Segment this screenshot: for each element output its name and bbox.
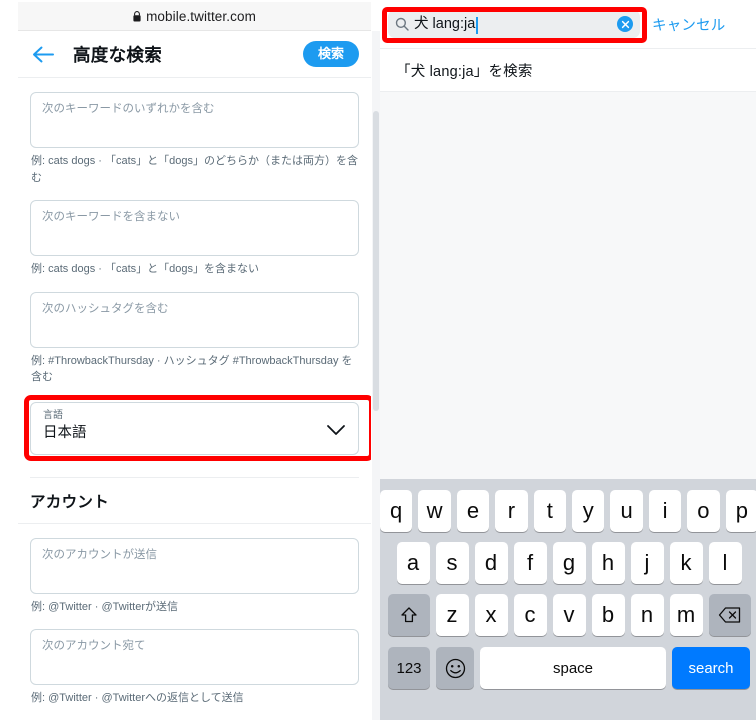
left-browser-panel: mobile.twitter.com 高度な検索 検索 次のキーワードのいずれか… (0, 0, 380, 720)
key-u[interactable]: u (610, 490, 643, 532)
to-account-input[interactable]: 次のアカウント宛て (30, 629, 359, 685)
search-input-value: 犬 lang:ja (414, 15, 476, 32)
key-numbers-123[interactable]: 123 (388, 647, 430, 689)
search-input[interactable]: 犬 lang:ja (388, 10, 640, 38)
keyboard-row-1: q w e r t y u i o p (380, 490, 756, 532)
browser-url-bar[interactable]: mobile.twitter.com (18, 2, 371, 31)
onscreen-keyboard: q w e r t y u i o p a s d f g h j k l z … (380, 479, 756, 720)
key-p[interactable]: p (725, 490, 756, 532)
search-bar-row: 犬 lang:ja キャンセル (380, 0, 756, 48)
page-title: 高度な検索 (73, 44, 162, 65)
from-account-input[interactable]: 次のアカウントが送信 (30, 537, 359, 594)
lock-icon (133, 11, 141, 22)
advanced-search-form: 次のキーワードのいずれかを含む 例: cats dogs · 「cats」と「d… (18, 78, 371, 720)
search-suggestion-text: 「犬 lang:ja」を検索 (396, 63, 533, 80)
from-account-placeholder: 次のアカウントが送信 (42, 548, 157, 561)
key-y[interactable]: y (572, 490, 605, 532)
any-keywords-placeholder: 次のキーワードのいずれかを含む (42, 103, 215, 115)
language-label: 言語 (43, 409, 63, 421)
key-k[interactable]: k (669, 542, 703, 584)
none-keywords-hint: 例: cats dogs · 「cats」と「dogs」を含まない (31, 263, 259, 275)
key-g[interactable]: g (552, 542, 586, 584)
key-search-return[interactable]: search (672, 647, 750, 689)
none-keywords-input[interactable]: 次のキーワードを含まない (30, 200, 359, 256)
key-m[interactable]: m (669, 594, 703, 636)
search-results-empty-area (380, 92, 756, 479)
key-d[interactable]: d (474, 542, 508, 584)
key-space[interactable]: space (480, 647, 666, 689)
key-z[interactable]: z (435, 594, 469, 636)
key-b[interactable]: b (591, 594, 625, 636)
cancel-button[interactable]: キャンセル (652, 14, 726, 35)
key-x[interactable]: x (474, 594, 508, 636)
key-l[interactable]: l (708, 542, 742, 584)
keyboard-row-4: 123 space search (380, 647, 756, 689)
key-j[interactable]: j (630, 542, 664, 584)
none-keywords-placeholder: 次のキーワードを含まない (42, 211, 180, 223)
hashtags-input[interactable]: 次のハッシュタグを含む (30, 291, 359, 348)
scrollbar-thumb[interactable] (373, 111, 379, 411)
language-select-wrapper: 言語 日本語 (24, 394, 371, 461)
from-account-hint: 例: @Twitter · @Twitterが送信 (31, 600, 179, 613)
account-section-title: アカウント (30, 493, 110, 511)
account-section-rule (18, 522, 371, 524)
any-keywords-input[interactable]: 次のキーワードのいずれかを含む (30, 92, 359, 148)
url-text: mobile.twitter.com (146, 8, 256, 24)
clear-circle-icon[interactable] (617, 16, 633, 32)
right-search-panel: 犬 lang:ja キャンセル 「犬 lang:ja」を検索 q w e r t… (380, 0, 756, 720)
account-fields-group: 次のアカウントが送信 例: @Twitter · @Twitterが送信 次のア… (18, 537, 371, 707)
advanced-search-header: 高度な検索 検索 (18, 31, 371, 78)
shift-up-arrow-icon[interactable] (387, 594, 430, 636)
keyboard-row-3: z x c v b n m (380, 594, 756, 636)
key-t[interactable]: t (533, 490, 566, 532)
key-v[interactable]: v (552, 594, 586, 636)
language-select[interactable]: 言語 日本語 (30, 401, 359, 455)
keyboard-inner: q w e r t y u i o p a s d f g h j k l z … (380, 479, 756, 689)
back-arrow-icon[interactable] (30, 41, 56, 67)
key-q[interactable]: q (380, 490, 413, 532)
key-n[interactable]: n (630, 594, 664, 636)
key-h[interactable]: h (591, 542, 625, 584)
key-a[interactable]: a (396, 542, 430, 584)
key-w[interactable]: w (418, 490, 451, 532)
key-c[interactable]: c (513, 594, 547, 636)
split-screenshot: mobile.twitter.com 高度な検索 検索 次のキーワードのいずれか… (0, 0, 756, 720)
search-submit-button[interactable]: 検索 (302, 41, 359, 67)
to-account-placeholder: 次のアカウント宛て (42, 640, 146, 652)
key-e[interactable]: e (456, 490, 490, 532)
key-i[interactable]: i (648, 490, 682, 532)
key-s[interactable]: s (435, 542, 469, 584)
language-select-text: 言語 日本語 (43, 410, 326, 442)
keyboard-row-2: a s d f g h j k l (380, 542, 756, 584)
chevron-down-icon (326, 423, 346, 441)
search-icon (395, 17, 409, 31)
hashtags-placeholder: 次のハッシュタグを含む (42, 302, 169, 315)
to-account-hint: 例: @Twitter · @Twitterへの返信として送信 (31, 692, 244, 704)
key-f[interactable]: f (513, 542, 547, 584)
search-suggestion-row[interactable]: 「犬 lang:ja」を検索 (380, 48, 756, 92)
text-caret (476, 16, 478, 34)
key-r[interactable]: r (495, 490, 528, 532)
backspace-delete-icon[interactable] (708, 594, 751, 636)
hashtags-hint: 例: #ThrowbackThursday · ハッシュタグ #Throwbac… (31, 354, 353, 384)
keyword-fields-group: 次のキーワードのいずれかを含む 例: cats dogs · 「cats」と「d… (18, 92, 371, 478)
any-keywords-hint: 例: cats dogs · 「cats」と「dogs」のどちらか（または両方）… (31, 155, 358, 184)
page-scrollbar[interactable] (372, 31, 380, 720)
language-value: 日本語 (43, 424, 87, 441)
emoji-smiley-icon[interactable] (436, 647, 474, 689)
key-o[interactable]: o (687, 490, 720, 532)
